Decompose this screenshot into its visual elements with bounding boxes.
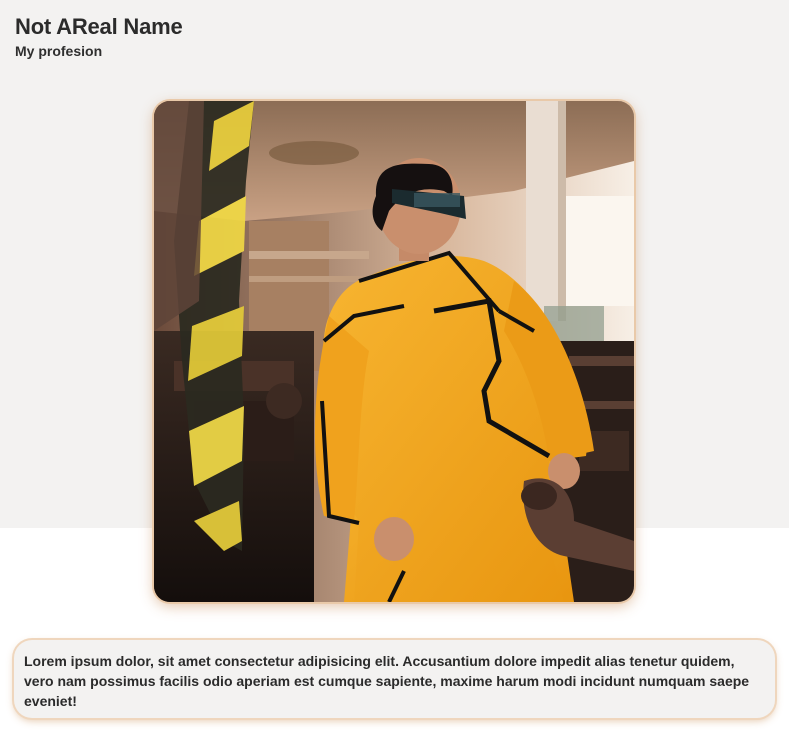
profile-photo [154,101,634,602]
bio-text: Lorem ipsum dolor, sit amet consectetur … [14,640,775,718]
profile-name: Not AReal Name [15,14,183,39]
profile-header: Not AReal Name My profesion [15,14,183,59]
profile-profession: My profesion [15,43,103,59]
profile-photo-illustration [154,101,634,602]
